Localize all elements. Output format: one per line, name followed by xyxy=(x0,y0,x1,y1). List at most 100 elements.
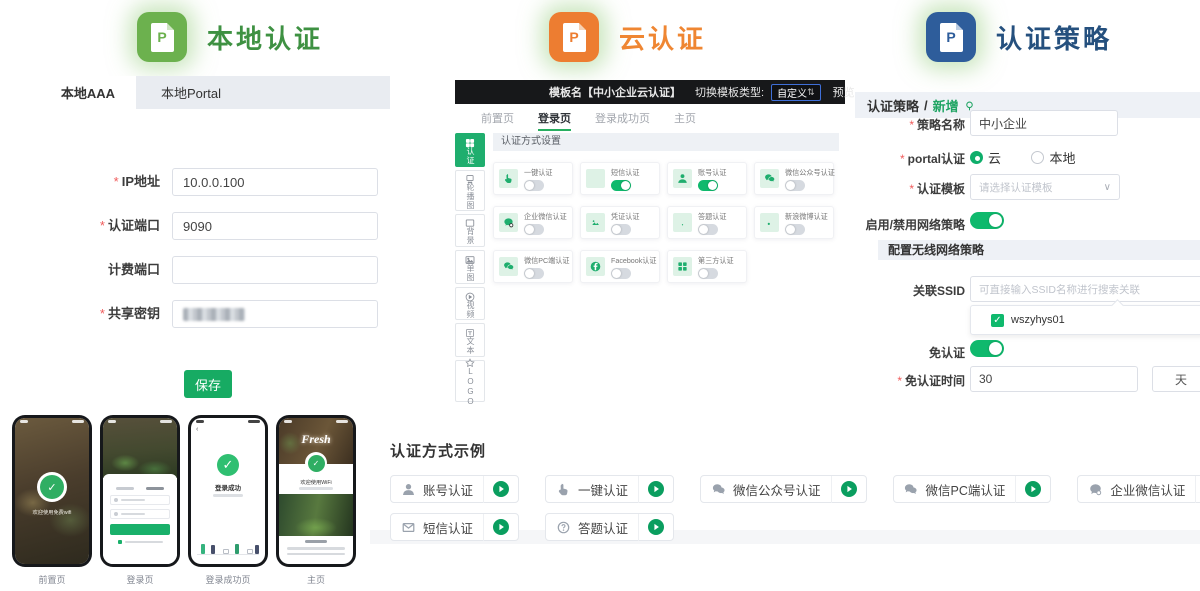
tab-local-portal[interactable]: 本地Portal xyxy=(136,76,246,109)
select-arrows-icon: ⇅ xyxy=(807,87,815,98)
method-toggle[interactable] xyxy=(611,224,631,235)
sidebar-item-label: 单图 xyxy=(466,264,474,282)
play-button-icon[interactable] xyxy=(832,481,866,497)
image-icon xyxy=(465,252,475,262)
example-label: 一键认证 xyxy=(578,480,628,499)
method-toggle[interactable] xyxy=(698,268,718,279)
method-toggle[interactable] xyxy=(698,224,718,235)
grid-icon xyxy=(465,135,475,145)
template-editor: 模板名【中小企业云认证】 切换模板类型: 自定义 ⇅ 预览 前置页 登录页 登录成功… xyxy=(455,80,845,402)
sidebar-item-text[interactable]: 文本 xyxy=(455,323,485,357)
breadcrumb-current: 新增 xyxy=(933,96,959,115)
success-subtext-bar xyxy=(213,494,243,497)
ip-address-input[interactable]: 10.0.0.100 xyxy=(172,168,378,196)
masked-value xyxy=(183,308,245,321)
sidebar-item-grid[interactable]: 认证 xyxy=(455,133,485,167)
portal-auth-radios: 云 本地 xyxy=(970,148,1101,169)
example-button[interactable]: 微信PC端认证 xyxy=(893,475,1052,503)
carousel-icon xyxy=(465,171,475,181)
play-button-icon[interactable] xyxy=(639,481,673,497)
auth-port-input[interactable]: 9090 xyxy=(172,212,378,240)
method-toggle[interactable] xyxy=(611,180,631,191)
checkbox-icon[interactable] xyxy=(118,540,122,544)
enable-policy-label: 启用/禁用网络策略 xyxy=(845,216,965,233)
ssid-search-input[interactable]: 可直接输入SSID名称进行搜索关联 xyxy=(970,276,1200,302)
back-arrow-icon[interactable]: ‹ xyxy=(196,426,198,433)
wechat-icon xyxy=(711,482,725,496)
play-button-icon[interactable] xyxy=(484,481,518,497)
chevron-down-icon: ∨ xyxy=(1104,182,1111,193)
location-pin-icon xyxy=(964,100,975,111)
user-icon xyxy=(401,482,415,496)
example-button[interactable]: 账号认证 xyxy=(390,475,519,503)
example-button[interactable]: 一键认证 xyxy=(545,475,674,503)
accounting-port-input[interactable] xyxy=(172,256,378,284)
password-field[interactable] xyxy=(110,509,170,519)
wechat-icon xyxy=(760,169,779,188)
login-button[interactable] xyxy=(110,524,170,535)
form-row: *认证端口9090 xyxy=(40,212,392,240)
editor-tab-1[interactable]: 登录页 xyxy=(538,110,571,131)
save-button[interactable]: 保存 xyxy=(184,370,232,398)
phone-mockup-home: Fresh ✓ 欢迎使用WiFi xyxy=(276,415,356,567)
phone-mockup-login xyxy=(100,415,180,567)
login-tab-active[interactable] xyxy=(146,487,164,490)
login-card xyxy=(103,474,177,564)
sidebar-item-rect[interactable]: 背景 xyxy=(455,214,485,248)
hand-icon xyxy=(499,169,518,188)
radio-cloud[interactable]: 云 xyxy=(970,148,1001,167)
play-button-icon[interactable] xyxy=(1016,481,1050,497)
auth-methods-panel-title: 认证方式设置 xyxy=(493,133,839,151)
radio-local[interactable]: 本地 xyxy=(1031,148,1075,167)
method-toggle[interactable] xyxy=(698,180,718,191)
checkbox-checked-icon[interactable]: ✓ xyxy=(991,314,1004,327)
method-toggle[interactable] xyxy=(524,268,544,279)
play-button-icon[interactable] xyxy=(1196,481,1200,497)
portal-logo: ✓ xyxy=(305,452,327,474)
breadcrumb-root[interactable]: 认证策略 xyxy=(867,96,919,115)
examples-title: 认证方式示例 xyxy=(390,440,1200,461)
wecom-icon xyxy=(1088,482,1102,496)
login-tab[interactable] xyxy=(116,487,134,490)
wecom-icon xyxy=(499,213,518,232)
policy-name-label: *策略名称 xyxy=(845,116,965,133)
editor-tab-2[interactable]: 登录成功页 xyxy=(595,110,650,131)
method-toggle[interactable] xyxy=(785,224,805,235)
sidebar-item-carousel[interactable]: 轮播图 xyxy=(455,170,485,211)
preview-button[interactable]: 预览 xyxy=(833,84,855,100)
play-button-icon[interactable] xyxy=(484,519,518,535)
sidebar-item-star[interactable]: LOGO xyxy=(455,360,485,402)
method-toggle[interactable] xyxy=(785,180,805,191)
enable-policy-toggle[interactable] xyxy=(970,212,1004,229)
ssid-option[interactable]: wszyhys01 xyxy=(1011,314,1065,326)
sidebar-item-video[interactable]: 视频 xyxy=(455,287,485,321)
cloud-auth-icon: P xyxy=(549,12,599,62)
tab-local-aaa[interactable]: 本地AAA xyxy=(40,76,136,109)
auth-template-select[interactable]: 请选择认证模板 ∨ xyxy=(970,174,1120,200)
example-button[interactable]: 微信公众号认证 xyxy=(700,475,867,503)
template-type-select[interactable]: 自定义 ⇅ xyxy=(771,84,821,101)
method-label: Facebook认证 xyxy=(611,255,652,265)
aisle-photo xyxy=(279,494,353,536)
example-button[interactable]: 答题认证 xyxy=(545,513,674,541)
method-toggle[interactable] xyxy=(611,268,631,279)
editor-tab-0[interactable]: 前置页 xyxy=(481,110,514,131)
radio-dot-icon xyxy=(970,151,983,164)
free-auth-toggle[interactable] xyxy=(970,340,1004,357)
free-auth-time-input[interactable]: 30 xyxy=(970,366,1138,392)
phone-mockup-success: ‹ ✓ 登录成功 xyxy=(188,415,268,567)
time-subtext-bar xyxy=(299,487,333,490)
example-button[interactable]: 短信认证 xyxy=(390,513,519,541)
method-toggle[interactable] xyxy=(524,180,544,191)
sidebar-item-image[interactable]: 单图 xyxy=(455,250,485,284)
shared-key-input[interactable] xyxy=(172,300,378,328)
editor-topbar: 模板名【中小企业云认证】 切换模板类型: 自定义 ⇅ 预览 xyxy=(455,80,845,104)
username-field[interactable] xyxy=(110,495,170,505)
time-unit-select[interactable]: 天 xyxy=(1152,366,1200,392)
play-button-icon[interactable] xyxy=(639,519,673,535)
method-toggle[interactable] xyxy=(524,224,544,235)
example-button[interactable]: 企业微信认证 xyxy=(1077,475,1200,503)
editor-tab-3[interactable]: 主页 xyxy=(674,110,696,131)
agreement-row xyxy=(110,540,170,544)
policy-name-input[interactable]: 中小企业 xyxy=(970,110,1118,136)
